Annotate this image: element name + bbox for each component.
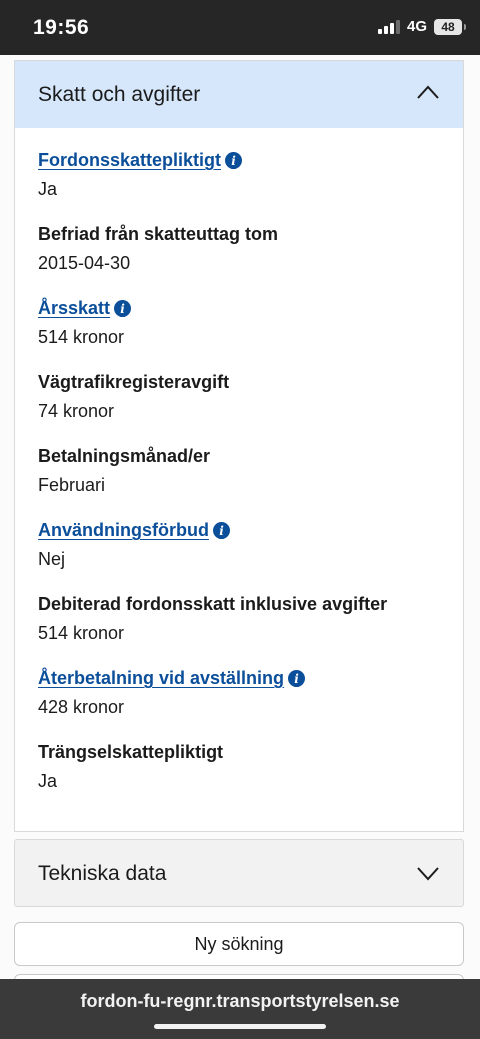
tax-section-header[interactable]: Skatt och avgifter — [15, 61, 463, 128]
field-label: Återbetalning vid avställning — [38, 668, 285, 688]
info-icon[interactable]: i — [225, 152, 243, 169]
field-value: Ja — [38, 771, 58, 791]
browser-url-bar[interactable]: fordon-fu-regnr.transportstyrelsen.se — [0, 979, 480, 1039]
battery-level: 48 — [441, 19, 455, 34]
field-fordonsskattepliktigt: Fordonsskattepliktigt i Ja — [38, 150, 243, 200]
field-value: Ja — [38, 179, 58, 199]
chevron-up-icon — [417, 85, 439, 99]
status-indicators: 4G 48 — [377, 18, 466, 35]
network-type: 4G — [406, 18, 427, 35]
signal-icon — [377, 19, 400, 34]
field-vagtrafikregisteravgift: Vägtrafikregisteravgift 74 kronor — [38, 372, 229, 422]
section-title: Tekniska data — [38, 862, 167, 885]
info-icon[interactable]: i — [114, 300, 132, 317]
field-label-link[interactable]: Återbetalning vid avställning i — [38, 668, 306, 689]
field-debiterad-fordonsskatt: Debiterad fordonsskatt inklusive avgifte… — [38, 594, 387, 644]
field-arsskatt: Årsskatt i 514 kronor — [38, 298, 132, 348]
field-label: Vägtrafikregisteravgift — [38, 372, 230, 392]
field-trangselskattepliktigt: Trängselskattepliktigt Ja — [38, 742, 223, 792]
info-icon[interactable]: i — [212, 522, 230, 539]
status-bar: 19:56 4G 48 — [0, 0, 480, 55]
field-betalningsmanad: Betalningsmånad/er Februari — [38, 446, 210, 496]
field-aterbetalning: Återbetalning vid avställning i 428 krono… — [38, 668, 306, 718]
status-time: 19:56 — [33, 16, 90, 39]
section-title: Skatt och avgifter — [38, 83, 201, 106]
battery-icon: 48 — [434, 18, 466, 35]
field-value: 514 kronor — [38, 327, 125, 347]
field-value: 428 kronor — [38, 697, 125, 717]
field-befriad: Befriad från skatteuttag tom 2015-04-30 — [38, 224, 278, 274]
chevron-down-icon — [417, 867, 439, 881]
field-label-link[interactable]: Användningsförbud i — [38, 520, 230, 541]
field-value: 2015-04-30 — [38, 253, 131, 273]
field-label: Trängselskattepliktigt — [38, 742, 224, 762]
field-label: Betalningsmånad/er — [38, 446, 211, 466]
new-search-button[interactable]: Ny sökning — [14, 922, 464, 966]
info-icon[interactable]: i — [288, 670, 306, 687]
field-label: Användningsförbud — [38, 520, 209, 540]
field-label: Fordonsskattepliktigt — [38, 150, 222, 170]
field-label: Debiterad fordonsskatt inklusive avgifte… — [38, 594, 388, 614]
url-text: fordon-fu-regnr.transportstyrelsen.se — [80, 991, 400, 1011]
field-value: 74 kronor — [38, 401, 115, 421]
field-anvandningsforbud: Användningsförbud i Nej — [38, 520, 230, 570]
field-label-link[interactable]: Fordonsskattepliktigt i — [38, 150, 243, 171]
tech-data-section-header[interactable]: Tekniska data — [14, 839, 464, 907]
field-value: Nej — [38, 549, 66, 569]
field-label: Årsskatt — [38, 298, 111, 318]
field-value: Februari — [38, 475, 106, 495]
field-label-link[interactable]: Årsskatt i — [38, 298, 132, 319]
tax-section-card: Skatt och avgifter Fordonsskattepliktigt… — [14, 60, 464, 832]
field-label: Befriad från skatteuttag tom — [38, 224, 279, 244]
home-indicator[interactable] — [154, 1024, 326, 1029]
field-value: 514 kronor — [38, 623, 125, 643]
